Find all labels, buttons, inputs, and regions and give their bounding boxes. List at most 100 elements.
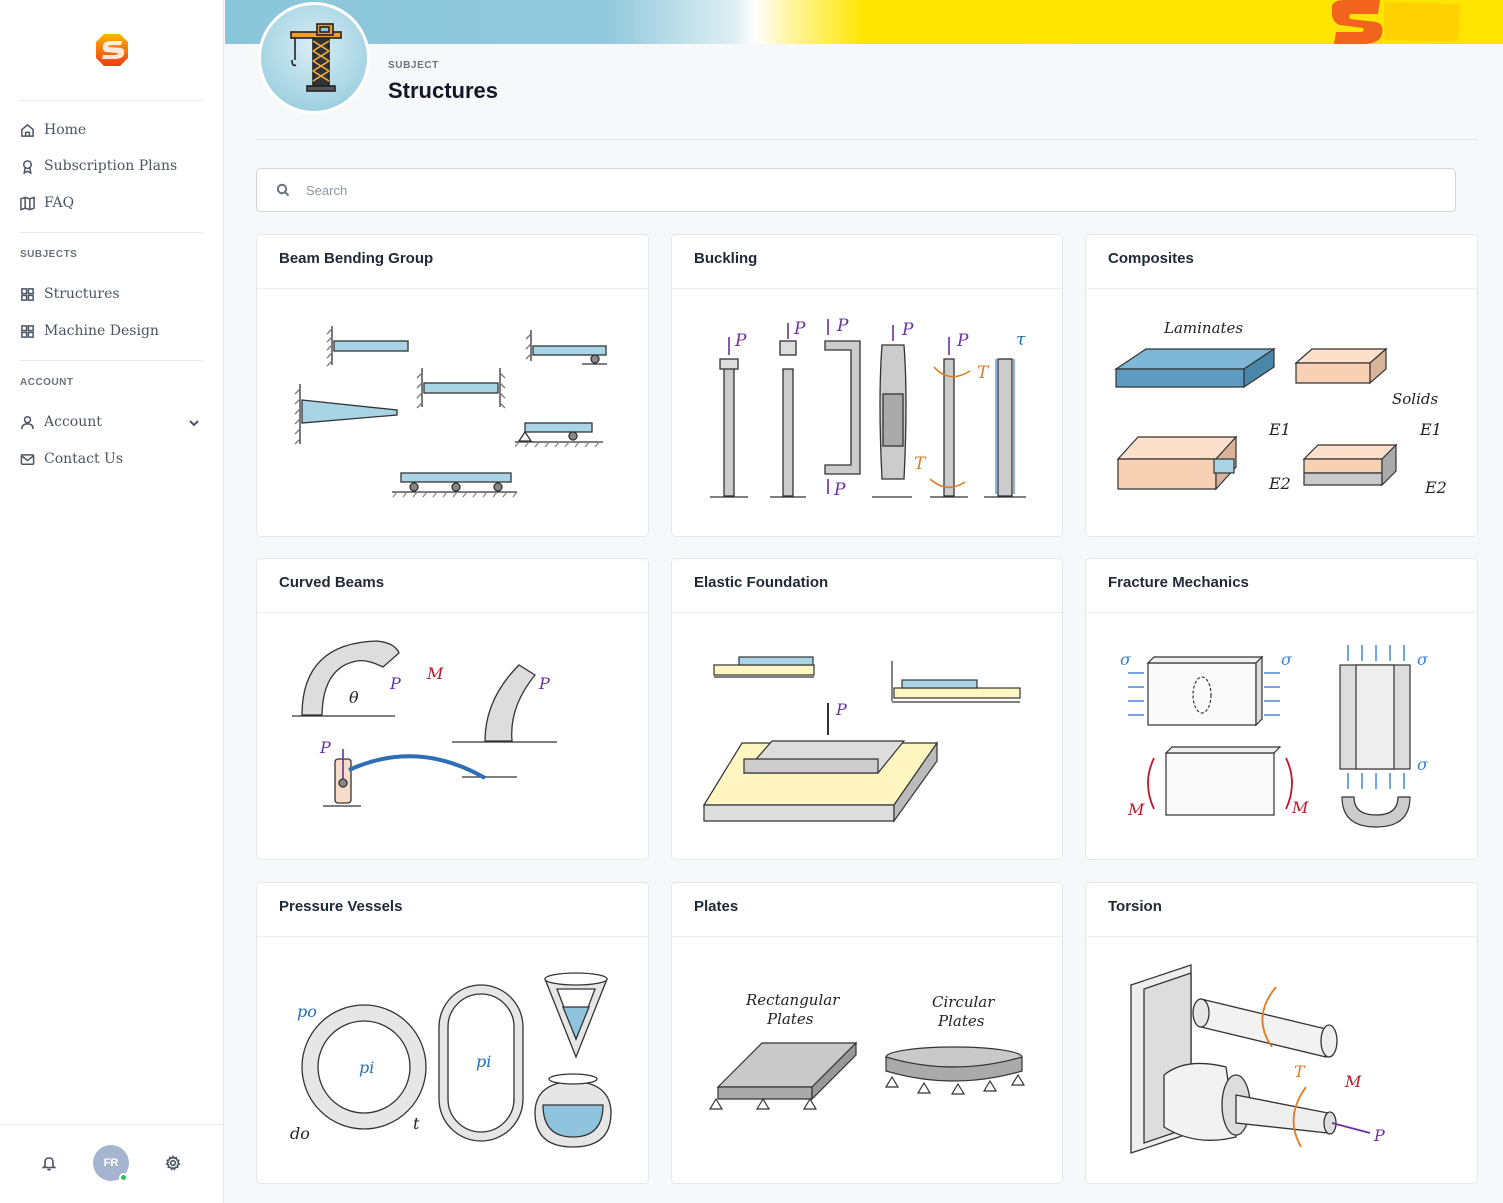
subject-card-buckling[interactable]: Buckling P P P P P P T T τ xyxy=(671,234,1063,537)
card-title: Buckling xyxy=(694,250,758,267)
subject-card-torsion[interactable]: Torsion T M P xyxy=(1085,882,1478,1184)
inner-pressure-label: pi xyxy=(476,1052,491,1071)
sidebar-footer-divider xyxy=(0,1124,223,1125)
modulus-e1-label: E1 xyxy=(1268,420,1291,439)
sidebar-item-label: Machine Design xyxy=(44,323,159,339)
sidebar-item-subscription-plans[interactable]: Subscription Plans xyxy=(20,155,177,177)
fracture-moment-label: M xyxy=(1291,798,1309,817)
buckling-torque-label: T xyxy=(977,363,990,383)
sidebar-divider xyxy=(20,232,202,233)
buckling-load-label: P xyxy=(833,480,846,500)
card-title: Beam Bending Group xyxy=(279,250,434,267)
buckling-load-label: P xyxy=(793,319,806,339)
logo-icon xyxy=(96,34,128,66)
card-title: Elastic Foundation xyxy=(694,574,829,591)
crane-icon xyxy=(290,23,342,92)
torsion-load-label: P xyxy=(1373,1126,1385,1145)
buckling-load-label: P xyxy=(836,316,849,336)
curved-load-label: P xyxy=(538,674,550,693)
account-section-label: ACCOUNT xyxy=(20,377,74,388)
buckling-illustration: P P P P P P T T τ xyxy=(672,289,1062,536)
fracture-mechanics-illustration: σ σ σ σ M M xyxy=(1086,613,1477,859)
sidebar-item-structures[interactable]: Structures xyxy=(20,283,120,305)
online-status-indicator xyxy=(119,1173,128,1182)
subject-card-beam-bending-group[interactable]: Beam Bending Group xyxy=(256,234,649,537)
subjects-section-label: SUBJECTS xyxy=(20,249,78,260)
curved-angle-label: θ xyxy=(349,688,359,707)
outer-diameter-label: do xyxy=(290,1124,310,1143)
subject-card-composites[interactable]: Composites Laminates Solids E1 E2 E1 E2 xyxy=(1085,234,1478,537)
fracture-stress-label: σ xyxy=(1281,650,1293,669)
sidebar-item-label: Account xyxy=(44,414,102,430)
subject-image xyxy=(258,2,370,114)
buckling-shear-label: τ xyxy=(1016,330,1026,350)
torsion-illustration: T M P xyxy=(1086,937,1477,1183)
fracture-stress-label: σ xyxy=(1417,650,1429,669)
rectangular-plates-label: Plates xyxy=(766,1010,814,1028)
header-divider xyxy=(256,139,1478,140)
rectangular-plates-label: Rectangular xyxy=(745,991,840,1009)
fracture-stress-label: σ xyxy=(1417,755,1429,774)
card-title: Torsion xyxy=(1108,898,1162,915)
foundation-load-label: P xyxy=(835,700,847,719)
sidebar-item-label: Structures xyxy=(44,286,120,302)
modulus-e2-label: E2 xyxy=(1424,478,1447,497)
plates-illustration: Rectangular Plates Circular Plates xyxy=(672,937,1062,1183)
curved-load-label: P xyxy=(389,674,401,693)
sidebar-item-machine-design[interactable]: Machine Design xyxy=(20,320,159,342)
card-title: Fracture Mechanics xyxy=(1108,574,1249,591)
outer-pressure-label: po xyxy=(297,1002,317,1021)
subject-card-fracture-mechanics[interactable]: Fracture Mechanics σ σ σ σ M M xyxy=(1085,558,1478,860)
fracture-stress-label: σ xyxy=(1120,650,1132,669)
settings-gear-icon[interactable] xyxy=(165,1155,181,1171)
torsion-torque-label: T xyxy=(1294,1062,1306,1081)
grid-icon xyxy=(21,324,34,338)
pressure-vessels-illustration: po pi pi do t xyxy=(257,937,648,1183)
modulus-e1-label: E1 xyxy=(1419,420,1442,439)
search-input[interactable] xyxy=(306,182,1406,198)
fracture-moment-label: M xyxy=(1127,800,1145,819)
sidebar-item-label: Home xyxy=(44,122,87,138)
card-title: Composites xyxy=(1108,250,1194,267)
subject-card-plates[interactable]: Plates Rectangular Plates Circular Plate… xyxy=(671,882,1063,1184)
subject-card-curved-beams[interactable]: Curved Beams θ P M P P xyxy=(256,558,649,860)
circular-plates-label: Circular xyxy=(932,993,995,1011)
thickness-label: t xyxy=(413,1114,420,1133)
sidebar-item-home[interactable]: Home xyxy=(20,119,86,141)
sidebar-item-account[interactable]: Account xyxy=(20,411,102,433)
search-icon xyxy=(276,183,290,197)
curved-beams-illustration: θ P M P P xyxy=(257,613,648,859)
sidebar-divider xyxy=(20,360,202,361)
card-title: Curved Beams xyxy=(279,574,385,591)
page-title: Structures xyxy=(388,78,499,103)
user-icon xyxy=(21,415,34,429)
composites-illustration: Laminates Solids E1 E2 E1 E2 xyxy=(1086,289,1477,536)
app-logo[interactable] xyxy=(94,32,130,68)
sidebar-divider xyxy=(20,100,202,101)
circular-plates-label: Plates xyxy=(937,1012,985,1030)
sidebar-item-label: FAQ xyxy=(44,195,75,211)
map-icon xyxy=(20,195,35,211)
sidebar: Home Subscription Plans FAQ SUBJECTS Str… xyxy=(0,0,224,1203)
modulus-e2-label: E2 xyxy=(1268,474,1291,493)
torsion-moment-label: M xyxy=(1344,1072,1362,1091)
bell-icon[interactable] xyxy=(41,1155,57,1171)
search-bar[interactable] xyxy=(256,168,1456,212)
subject-card-elastic-foundation[interactable]: Elastic Foundation P xyxy=(671,558,1063,860)
curved-moment-label: M xyxy=(426,664,444,683)
sidebar-item-faq[interactable]: FAQ xyxy=(20,192,74,214)
sidebar-item-label: Subscription Plans xyxy=(44,158,178,174)
chevron-down-icon[interactable] xyxy=(188,416,200,428)
subject-banner xyxy=(225,0,1503,44)
award-icon xyxy=(23,159,32,174)
sidebar-item-contact-us[interactable]: Contact Us xyxy=(20,448,123,470)
home-icon xyxy=(21,123,34,137)
subject-card-pressure-vessels[interactable]: Pressure Vessels po pi pi do t xyxy=(256,882,649,1184)
buckling-torque-label: T xyxy=(914,454,927,474)
beam-bending-illustration xyxy=(257,289,648,536)
inner-pressure-label: pi xyxy=(359,1058,374,1077)
buckling-load-label: P xyxy=(734,331,747,351)
solids-label: Solids xyxy=(1392,390,1439,408)
laminates-label: Laminates xyxy=(1163,319,1243,337)
grid-icon xyxy=(21,287,34,301)
